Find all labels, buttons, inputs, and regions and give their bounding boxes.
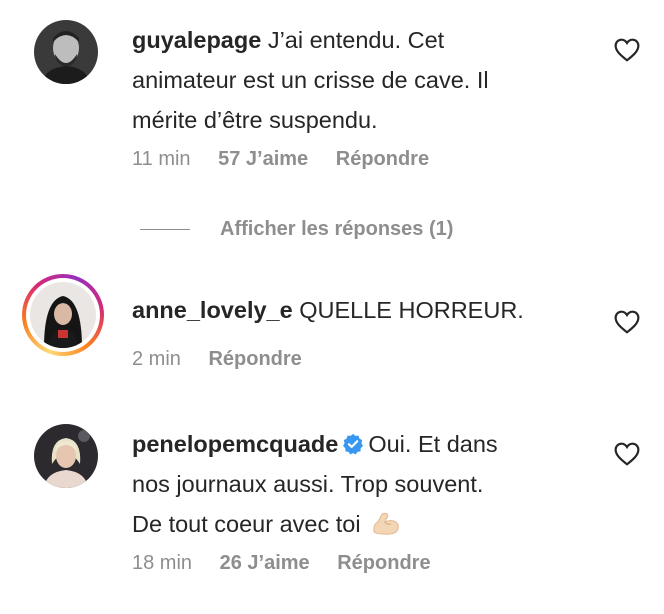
comment-username[interactable]: anne_lovely_e (132, 297, 293, 323)
comment-time[interactable]: 2 min (132, 348, 181, 370)
comment-text: Oui. Et dans (368, 431, 498, 457)
comment-meta: 2 min Répondre (132, 348, 324, 371)
divider-line (140, 228, 190, 230)
comment-meta: 11 min 57 J’aime Répondre (132, 148, 451, 171)
flexed-biceps-emoji (373, 512, 399, 535)
comment-body: penelopemcquade Oui. Et dans nos journau… (132, 424, 602, 544)
comment-text: mérite d’être suspendu. (132, 107, 378, 133)
like-count[interactable]: 57 J’aime (218, 148, 308, 170)
avatar[interactable] (34, 424, 98, 488)
avatar (30, 282, 96, 348)
avatar-story-ring[interactable] (22, 274, 104, 356)
comment-text: De tout coeur avec toi (132, 511, 361, 537)
comment-text: animateur est un crisse de cave. Il (132, 67, 489, 93)
comment-body: guyalepage J’ai entendu. Cet animateur e… (132, 20, 602, 140)
comment-time[interactable]: 11 min (132, 148, 191, 170)
avatar-photo (34, 424, 98, 488)
avatar[interactable] (34, 20, 98, 84)
view-replies-label[interactable]: Afficher les réponses (1) (220, 218, 453, 241)
comment-text: nos journaux aussi. Trop souvent. (132, 471, 484, 497)
comment-username[interactable]: penelopemcquade (132, 431, 338, 457)
avatar-photo (34, 20, 98, 84)
like-count[interactable]: 26 J’aime (220, 552, 310, 574)
comment-time[interactable]: 18 min (132, 552, 192, 574)
reply-button[interactable]: Répondre (337, 552, 430, 574)
comment-username[interactable]: guyalepage (132, 27, 261, 53)
comment-meta: 18 min 26 J’aime Répondre (132, 552, 453, 575)
verified-badge-icon (343, 433, 364, 455)
comment-text: J’ai entendu. Cet (261, 27, 445, 53)
reply-button[interactable]: Répondre (336, 148, 429, 170)
comment-body: anne_lovely_e QUELLE HORREUR. (132, 290, 602, 330)
avatar-photo (30, 282, 96, 348)
view-replies-button[interactable]: Afficher les réponses (1) (140, 214, 453, 244)
like-heart-icon[interactable] (614, 310, 640, 334)
comment-text: QUELLE HORREUR. (292, 297, 524, 323)
like-heart-icon[interactable] (614, 38, 640, 62)
like-heart-icon[interactable] (614, 442, 640, 466)
reply-button[interactable]: Répondre (208, 348, 301, 370)
